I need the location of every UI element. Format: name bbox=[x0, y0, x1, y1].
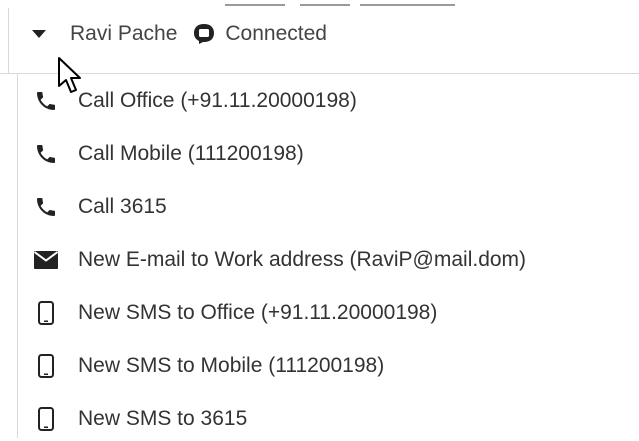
chat-bubble-icon bbox=[193, 23, 215, 45]
menu-item-label: New SMS to Office (+91.11.20000198) bbox=[78, 301, 438, 324]
menu-item-call-mobile[interactable]: Call Mobile (111200198) bbox=[18, 132, 638, 176]
menu-item-label: New SMS to Mobile (111200198) bbox=[78, 354, 385, 377]
menu-item-label: New SMS to 3615 bbox=[78, 407, 248, 430]
mobile-phone-icon bbox=[33, 300, 59, 326]
menu-item-call-extension[interactable]: Call 3615 bbox=[18, 185, 638, 229]
clipped-top-content bbox=[0, 0, 639, 8]
contact-header-row: Ravi Pache Connected bbox=[30, 20, 327, 48]
menu-item-sms-extension[interactable]: New SMS to 3615 bbox=[18, 397, 638, 441]
menu-item-email-work[interactable]: New E-mail to Work address (RaviP@mail.d… bbox=[18, 238, 638, 282]
phone-icon bbox=[33, 141, 59, 167]
header-divider bbox=[8, 8, 9, 74]
caret-down-icon[interactable] bbox=[30, 25, 48, 43]
menu-item-label: Call Office (+91.11.20000198) bbox=[78, 89, 357, 112]
phone-icon bbox=[33, 88, 59, 114]
connection-status: Connected bbox=[225, 22, 327, 45]
menu-item-call-office[interactable]: Call Office (+91.11.20000198) bbox=[18, 79, 638, 123]
contact-actions-menu: Call Office (+91.11.20000198) Call Mobil… bbox=[17, 74, 639, 438]
contact-name[interactable]: Ravi Pache bbox=[70, 22, 177, 46]
menu-item-label: New E-mail to Work address (RaviP@mail.d… bbox=[78, 248, 527, 271]
mobile-phone-icon bbox=[33, 406, 59, 432]
menu-item-sms-mobile[interactable]: New SMS to Mobile (111200198) bbox=[18, 344, 638, 388]
menu-item-label: Call 3615 bbox=[78, 195, 167, 218]
mobile-phone-icon bbox=[33, 353, 59, 379]
menu-item-label: Call Mobile (111200198) bbox=[78, 142, 304, 165]
menu-item-sms-office[interactable]: New SMS to Office (+91.11.20000198) bbox=[18, 291, 638, 335]
phone-icon bbox=[33, 194, 59, 220]
envelope-icon bbox=[33, 247, 59, 273]
